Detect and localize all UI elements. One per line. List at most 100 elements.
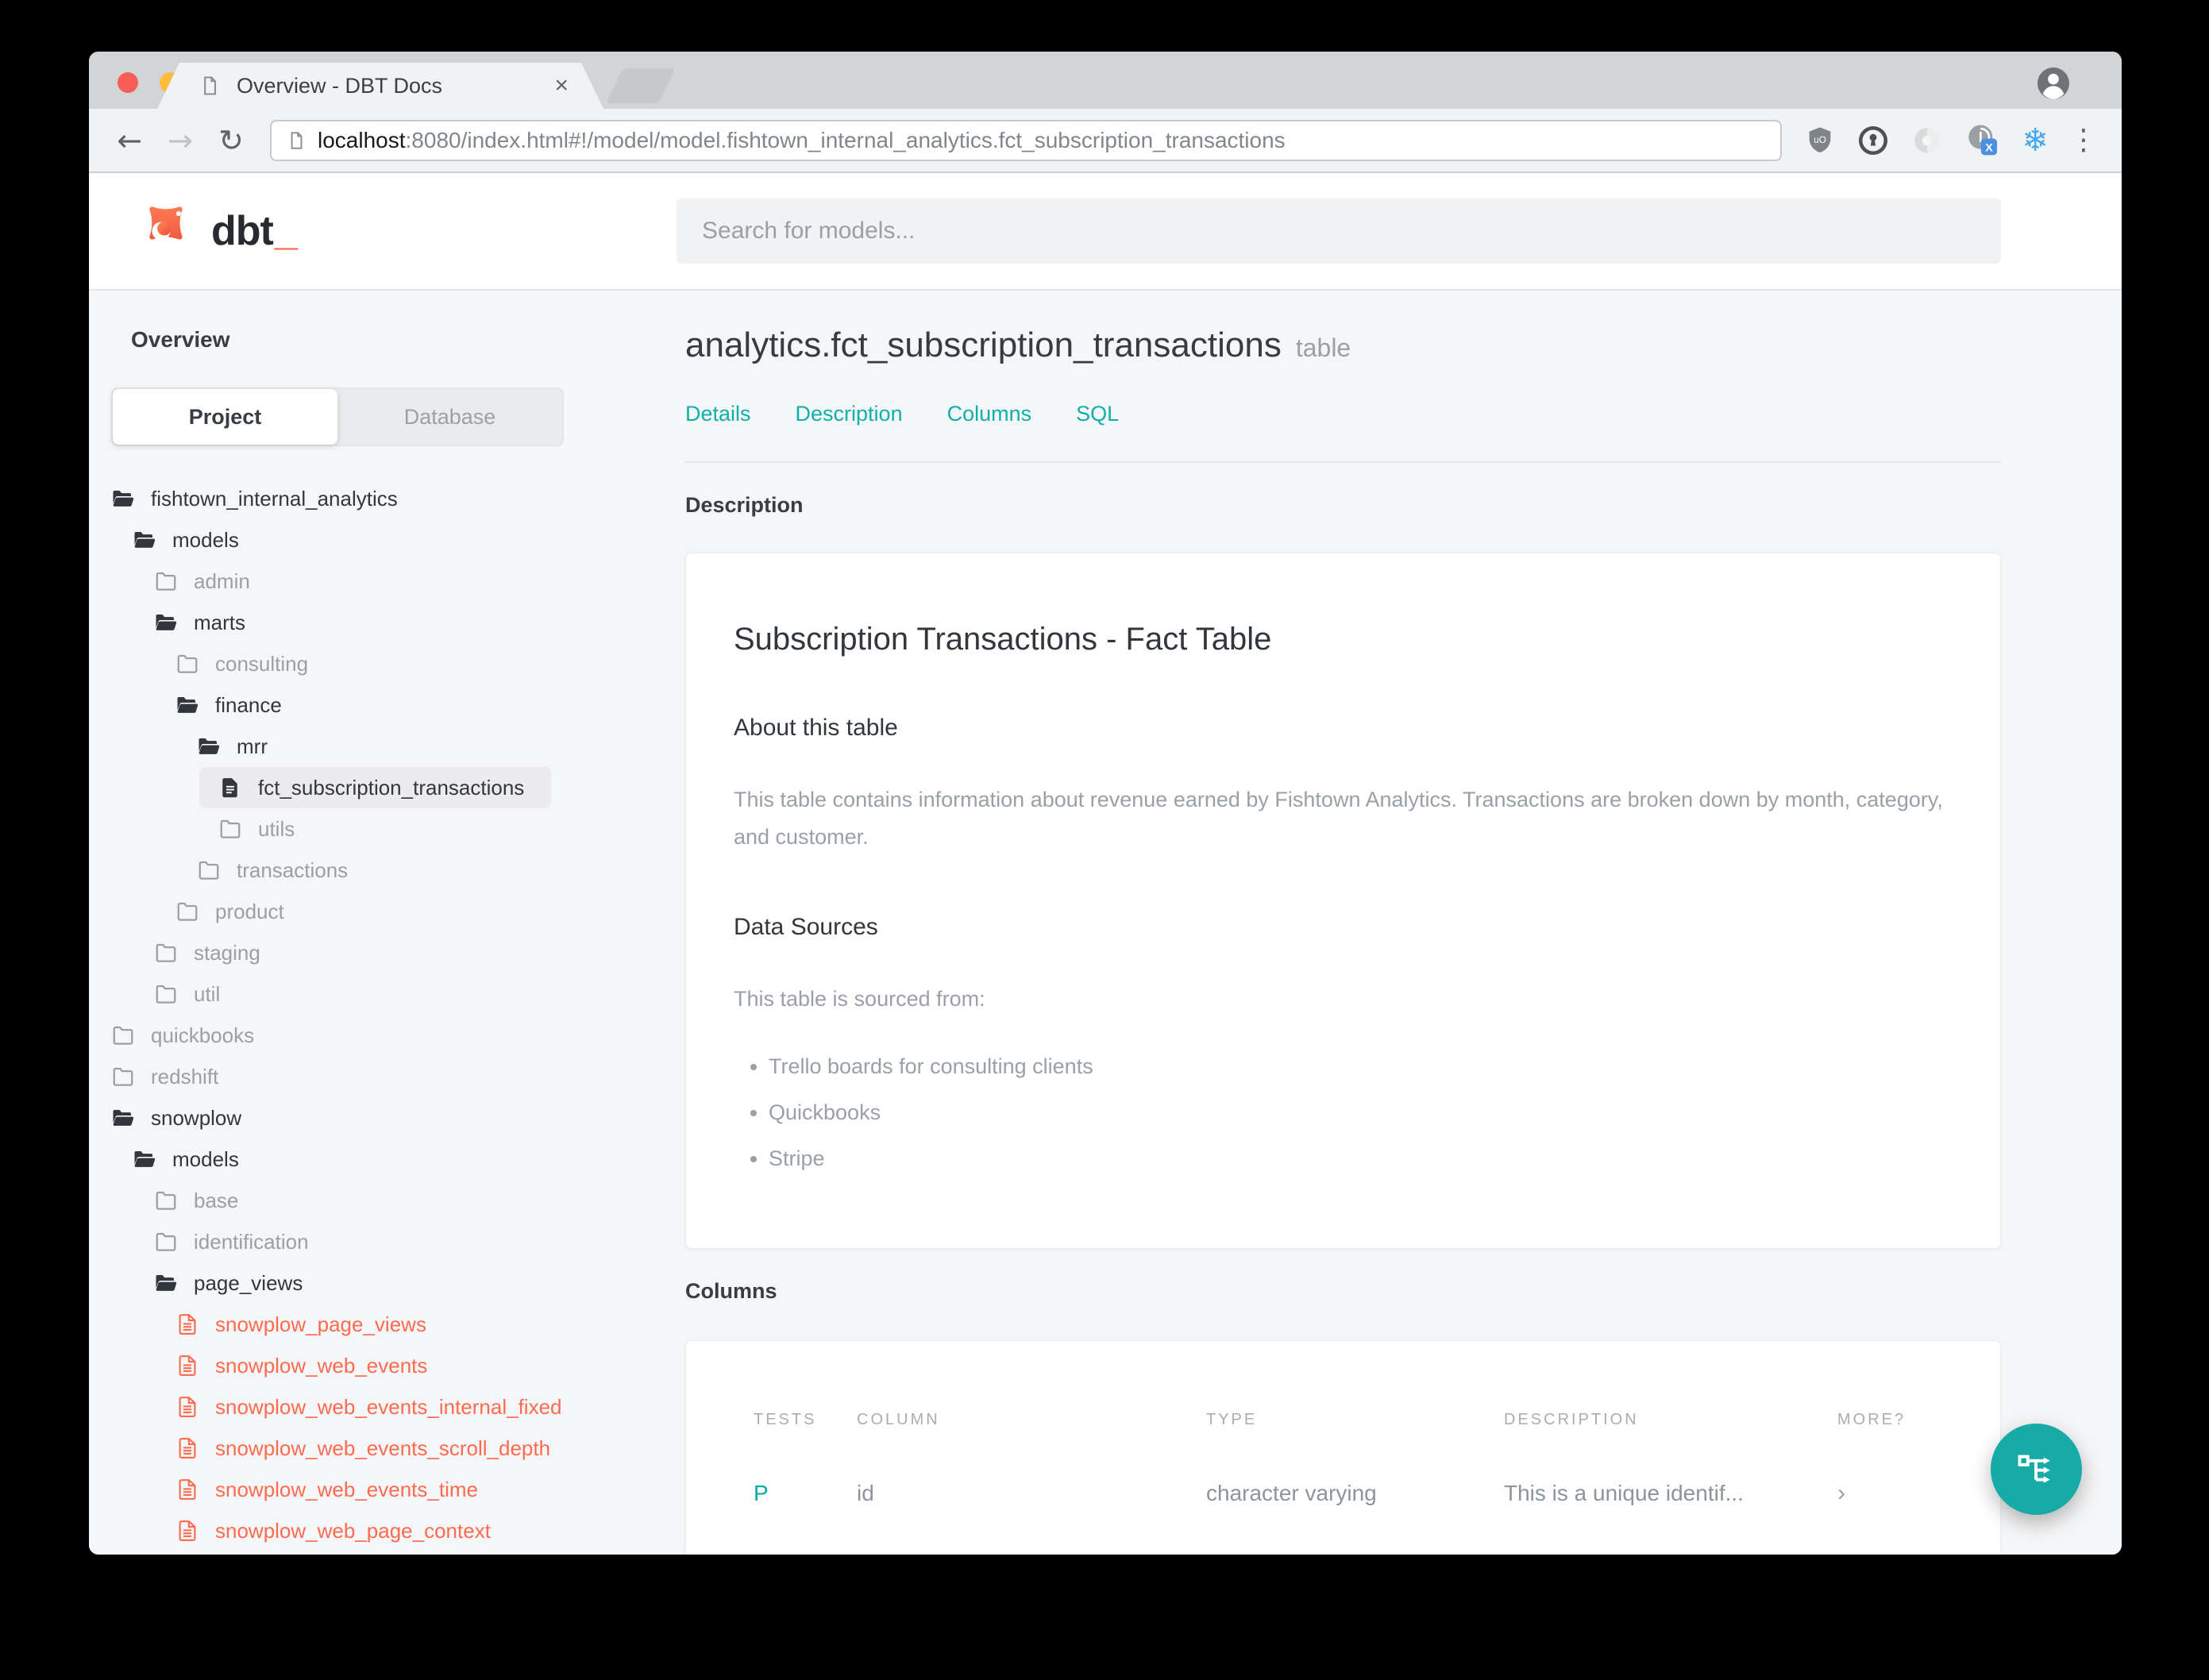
- dbt-logo[interactable]: dbt_: [89, 198, 677, 264]
- header-description: DESCRIPTION: [1504, 1410, 1639, 1428]
- tree-item-label: models: [172, 527, 239, 552]
- tree-item[interactable]: snowplow_web_events_time: [175, 1469, 505, 1510]
- nav-link-description[interactable]: Description: [796, 402, 903, 426]
- tree-item-icon: [175, 1354, 199, 1378]
- tree-item[interactable]: quickbooks: [111, 1015, 281, 1056]
- tree-item-label: snowplow_web_events_time: [215, 1477, 478, 1501]
- tree-item[interactable]: util: [154, 973, 247, 1015]
- lineage-graph-icon: [2018, 1455, 2050, 1483]
- tree-item-label: identification: [194, 1229, 309, 1254]
- tree-item-label: consulting: [215, 651, 309, 676]
- tree-item[interactable]: admin: [154, 561, 277, 602]
- tab-database[interactable]: Database: [337, 389, 562, 445]
- tree-item[interactable]: snowplow_web_events_internal_fixed: [175, 1386, 589, 1428]
- close-window-button[interactable]: [118, 72, 138, 93]
- tree-item[interactable]: fishtown_internal_analytics: [111, 478, 425, 519]
- onepassword-icon[interactable]: [1856, 124, 1890, 157]
- tree-item[interactable]: models: [133, 1139, 266, 1180]
- sources-intro: This table is sourced from:: [734, 986, 985, 1011]
- tree-item[interactable]: finance: [175, 684, 309, 726]
- tree-item[interactable]: utils: [218, 808, 322, 850]
- tree-item-icon: [218, 817, 242, 841]
- tree-item-icon: [175, 1312, 199, 1336]
- url-host: localhost: [318, 127, 406, 152]
- about-heading: About this table: [734, 715, 898, 741]
- sidebar-title: Overview: [131, 327, 230, 352]
- tree-item-label: snowplow: [151, 1105, 242, 1130]
- tree-item-label: utils: [258, 816, 295, 841]
- tree-item[interactable]: models: [133, 519, 266, 561]
- tree-item-label: staging: [194, 940, 260, 965]
- tree-item[interactable]: product: [175, 891, 311, 932]
- nav-link-details[interactable]: Details: [685, 402, 751, 426]
- tree-item[interactable]: snowplow_web_events: [175, 1345, 454, 1386]
- sidebar: Overview Project Database fishtown_inter…: [89, 291, 677, 1555]
- browser-tabstrip: Overview - DBT Docs ×: [89, 52, 2122, 109]
- browser-profile-avatar[interactable]: [2034, 64, 2072, 106]
- browser-menu-icon[interactable]: ⋮: [2069, 124, 2098, 156]
- browser-toolbar: ← → ↻ localhost:8080/index.html#!/model/…: [89, 109, 2122, 173]
- tree-item[interactable]: identification: [154, 1221, 336, 1262]
- tree-item[interactable]: snowplow_web_page_context: [175, 1510, 518, 1551]
- tree-item[interactable]: base: [154, 1180, 265, 1221]
- tab-close-icon[interactable]: ×: [554, 72, 569, 99]
- svg-text:uO: uO: [1814, 135, 1827, 145]
- tree-item-icon: [175, 1436, 199, 1460]
- browser-tab[interactable]: Overview - DBT Docs ×: [157, 63, 603, 109]
- tree-item-icon: [111, 1106, 135, 1130]
- columns-card: TESTS COLUMN TYPE DESCRIPTION MORE? P id…: [685, 1339, 2001, 1555]
- tree-item[interactable]: mrr: [197, 726, 295, 767]
- dbt-logo-icon: [141, 206, 183, 251]
- app-body: Overview Project Database fishtown_inter…: [89, 291, 2122, 1555]
- tree-item-label: base: [194, 1188, 239, 1212]
- tab-project[interactable]: Project: [113, 389, 337, 445]
- card-title: Subscription Transactions - Fact Table: [734, 622, 1272, 657]
- nav-link-columns[interactable]: Columns: [947, 402, 1032, 426]
- tree-item[interactable]: snowplow_page_views: [175, 1304, 453, 1345]
- tree-item-icon: [154, 982, 178, 1006]
- tree-item-icon: [154, 1271, 178, 1295]
- back-button[interactable]: ←: [106, 123, 152, 158]
- tree-item-icon: [175, 1519, 199, 1543]
- columns-table-header: TESTS COLUMN TYPE DESCRIPTION MORE?: [754, 1411, 1933, 1429]
- url-bar[interactable]: localhost:8080/index.html#!/model/model.…: [270, 119, 1783, 161]
- tree-item-label: fishtown_internal_analytics: [151, 486, 398, 511]
- tree-item[interactable]: page_views: [154, 1262, 330, 1304]
- tree-item-label: product: [215, 899, 284, 923]
- tree-item-label: redshift: [151, 1064, 219, 1089]
- extension-circle-icon[interactable]: [1910, 124, 1944, 157]
- tree-item-label: admin: [194, 568, 250, 593]
- tree-item-label: transactions: [237, 857, 349, 882]
- tree-item[interactable]: snowplow_web_events_scroll_depth: [175, 1428, 577, 1469]
- row-expand-chevron[interactable]: ›: [1837, 1480, 1933, 1507]
- tree-item-icon: [175, 652, 199, 676]
- tree-item-label: quickbooks: [151, 1023, 255, 1047]
- tree-item-icon: [197, 734, 221, 758]
- tree-item-label: marts: [194, 610, 245, 634]
- reload-button[interactable]: ↻: [208, 123, 254, 158]
- tree-item-label: snowplow_page_views: [215, 1312, 426, 1336]
- tree-item[interactable]: staging: [154, 932, 287, 973]
- cell-column: id: [857, 1480, 874, 1505]
- dbt-logo-text: dbt_: [211, 208, 298, 254]
- tree-item[interactable]: redshift: [111, 1056, 245, 1097]
- dbt-header: dbt_: [89, 173, 2122, 291]
- tree-item[interactable]: transactions: [197, 850, 375, 891]
- tree-item[interactable]: snowplow: [111, 1097, 268, 1139]
- tree-item-label: snowplow_web_page_context: [215, 1518, 491, 1543]
- ublock-shield-icon[interactable]: uO: [1804, 125, 1836, 156]
- source-item: Quickbooks: [769, 1100, 1953, 1125]
- new-tab-button[interactable]: [606, 68, 676, 103]
- nav-link-sql[interactable]: SQL: [1076, 402, 1119, 426]
- tab-title: Overview - DBT Docs: [237, 73, 443, 98]
- tree-item[interactable]: marts: [154, 602, 272, 643]
- tree-item[interactable]: fct_subscription_transactions: [199, 767, 552, 808]
- tree-item[interactable]: consulting: [175, 643, 335, 684]
- extension-x-badge-icon[interactable]: X: [1964, 122, 2001, 159]
- lineage-graph-button[interactable]: [1991, 1424, 2082, 1515]
- forward-button[interactable]: →: [157, 123, 203, 158]
- search-input[interactable]: [677, 198, 2001, 264]
- tree-item-label: snowplow_web_events_internal_fixed: [215, 1394, 562, 1419]
- snowflake-icon[interactable]: ❄: [2022, 122, 2049, 159]
- tree-item-label: page_views: [194, 1270, 303, 1295]
